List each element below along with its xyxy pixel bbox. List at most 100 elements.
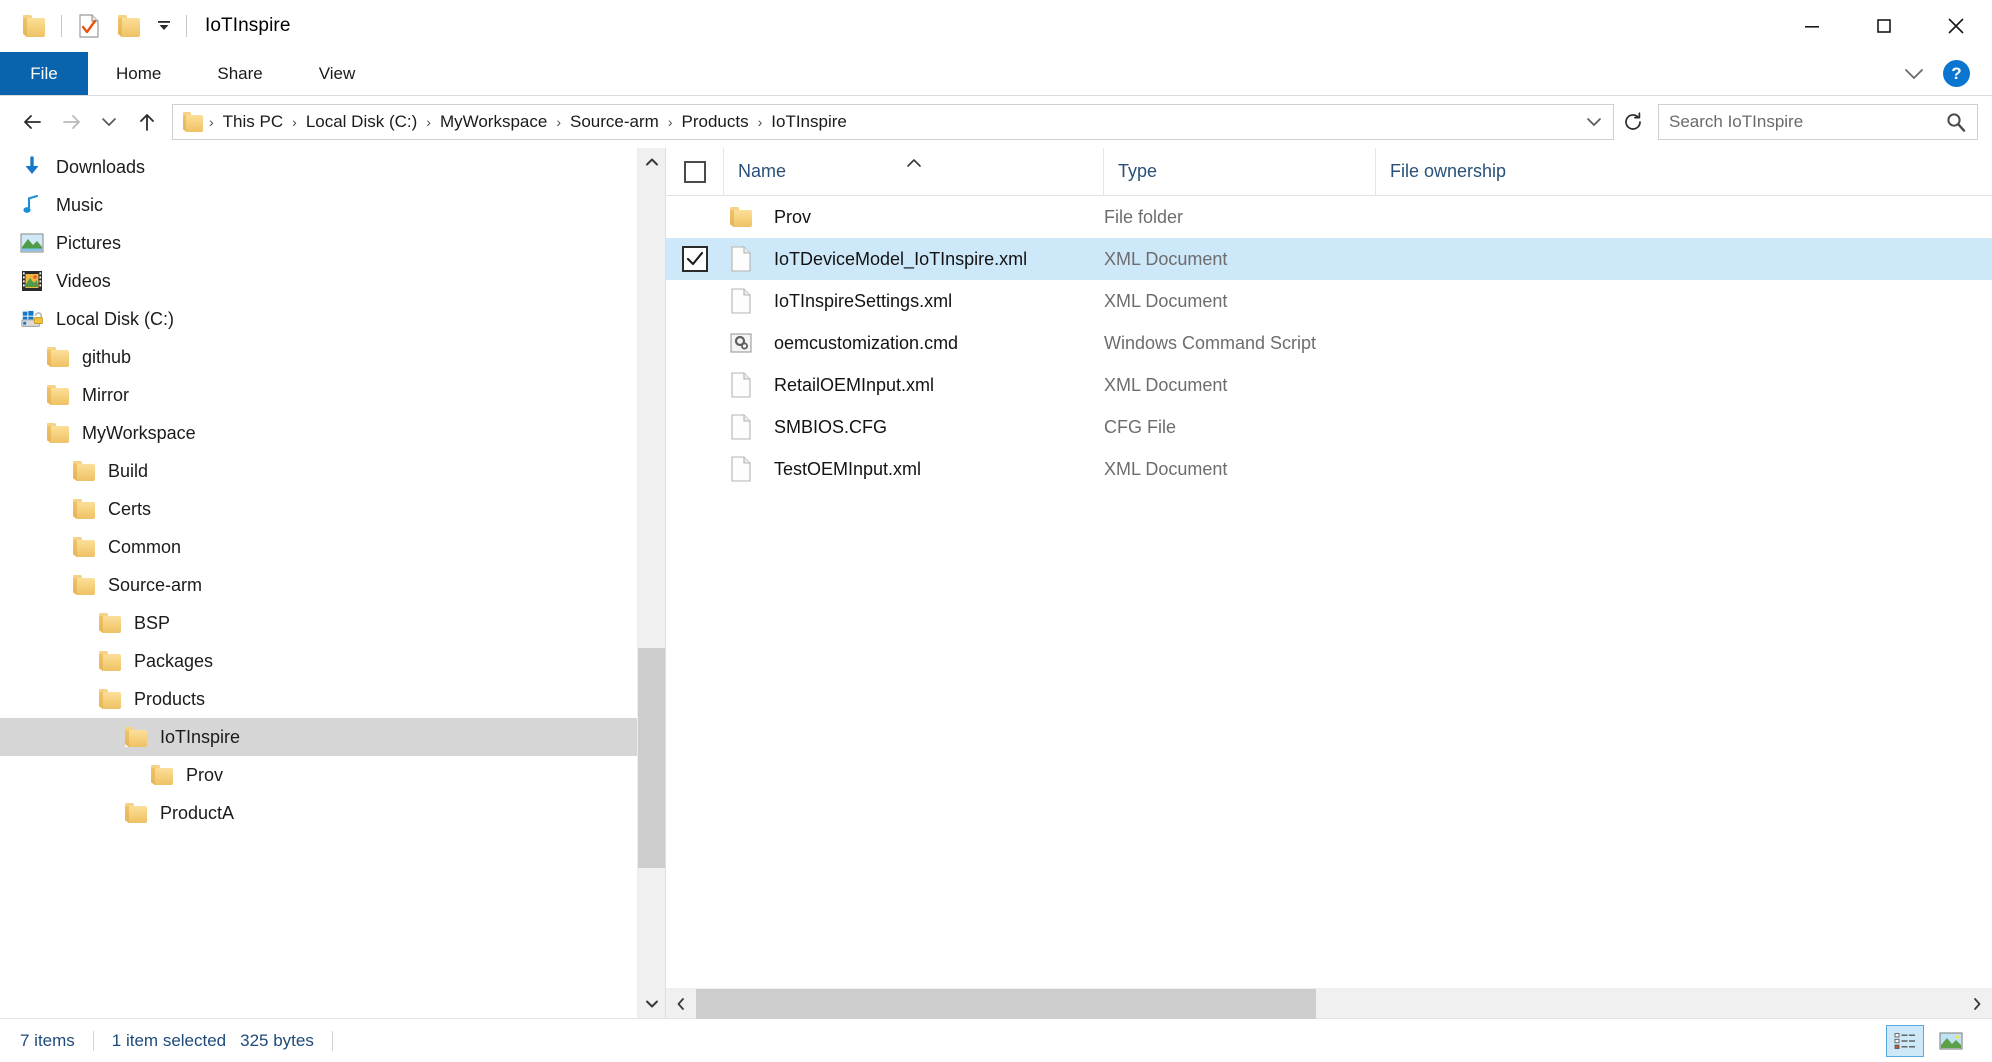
sidebar-item-label: Videos [56, 271, 111, 292]
status-divider [332, 1031, 333, 1051]
table-row[interactable]: RetailOEMInput.xmlXML Document [666, 364, 1992, 406]
up-button[interactable] [128, 103, 166, 141]
folder-icon[interactable] [14, 6, 54, 46]
previous-locations-chevron-icon[interactable] [1579, 105, 1609, 139]
file-name: RetailOEMInput.xml [758, 375, 1104, 396]
file-type: XML Document [1104, 291, 1376, 312]
tab-view[interactable]: View [291, 52, 384, 95]
select-all-header[interactable] [666, 148, 724, 195]
row-checkbox-checked[interactable] [682, 246, 708, 272]
details-view-button[interactable] [1886, 1025, 1924, 1057]
breadcrumb-folder-icon[interactable] [183, 112, 203, 132]
table-row[interactable]: SMBIOS.CFGCFG File [666, 406, 1992, 448]
sidebar-item-pictures[interactable]: Pictures [0, 224, 665, 262]
breadcrumb-separator-icon[interactable]: › [207, 114, 216, 130]
close-button[interactable] [1920, 0, 1992, 52]
column-header-type[interactable]: Type [1104, 148, 1376, 195]
column-header-file-ownership-label: File ownership [1390, 161, 1506, 182]
row-checkbox-cell[interactable] [666, 246, 724, 272]
help-button[interactable]: ? [1943, 60, 1970, 87]
title-divider [186, 15, 187, 37]
minimize-button[interactable] [1776, 0, 1848, 52]
scroll-left-arrow-icon[interactable] [666, 989, 696, 1019]
scroll-up-arrow-icon[interactable] [638, 148, 666, 176]
scrollbar-track[interactable] [638, 176, 666, 990]
file-icon [724, 372, 758, 398]
thumbnails-view-button[interactable] [1932, 1025, 1970, 1057]
breadcrumb-separator-icon[interactable]: › [554, 114, 563, 130]
scroll-down-arrow-icon[interactable] [638, 990, 666, 1018]
tab-share[interactable]: Share [189, 52, 290, 95]
column-header-file-ownership[interactable]: File ownership [1376, 148, 1992, 195]
breadcrumb-bar[interactable]: › This PC › Local Disk (C:) › MyWorkspac… [172, 104, 1614, 140]
tab-home[interactable]: Home [88, 52, 189, 95]
tab-file[interactable]: File [0, 52, 88, 95]
properties-icon[interactable] [69, 6, 109, 46]
sidebar-item-myworkspace[interactable]: MyWorkspace [0, 414, 665, 452]
file-list-pane: Name Type File ownership ProvFile folder… [666, 148, 1992, 1018]
search-icon[interactable] [1945, 111, 1967, 133]
sidebar-item-music[interactable]: Music [0, 186, 665, 224]
h-scrollbar-thumb[interactable] [696, 989, 1316, 1019]
new-folder-icon[interactable] [109, 6, 149, 46]
breadcrumb-item-local-disk[interactable]: Local Disk (C:) [299, 109, 424, 135]
sidebar-item-source-arm[interactable]: Source-arm [0, 566, 665, 604]
breadcrumb-item-source-arm[interactable]: Source-arm [563, 109, 666, 135]
file-rows: ProvFile folderIoTDeviceModel_IoTInspire… [666, 196, 1992, 988]
table-row[interactable]: oemcustomization.cmdWindows Command Scri… [666, 322, 1992, 364]
sidebar-item-prov[interactable]: Prov [0, 756, 665, 794]
back-button[interactable] [14, 103, 52, 141]
search-box[interactable] [1658, 104, 1978, 140]
sidebar-item-mirror[interactable]: Mirror [0, 376, 665, 414]
sidebar-item-common[interactable]: Common [0, 528, 665, 566]
file-name: oemcustomization.cmd [758, 333, 1104, 354]
folder-icon [46, 422, 70, 444]
file-list-horizontal-scrollbar[interactable] [666, 988, 1992, 1018]
sidebar-item-videos[interactable]: Videos [0, 262, 665, 300]
breadcrumb-separator-icon[interactable]: › [424, 114, 433, 130]
sidebar-item-products[interactable]: Products [0, 680, 665, 718]
sidebar-item-producta[interactable]: ProductA [0, 794, 665, 832]
breadcrumb-item-products[interactable]: Products [675, 109, 756, 135]
breadcrumb-item-this-pc[interactable]: This PC [216, 109, 290, 135]
customize-caret-icon[interactable] [149, 6, 179, 46]
sidebar-item-local-disk-c[interactable]: Local Disk (C:) [0, 300, 665, 338]
sidebar-item-build[interactable]: Build [0, 452, 665, 490]
table-row[interactable]: IoTDeviceModel_IoTInspire.xmlXML Documen… [666, 238, 1992, 280]
folder-icon [72, 574, 96, 596]
breadcrumb-item-iotinspire[interactable]: IoTInspire [764, 109, 854, 135]
ribbon-tab-bar: File Home Share View ? [0, 52, 1992, 96]
folder-icon [46, 346, 70, 368]
search-input[interactable] [1669, 112, 1945, 132]
navigation-pane-scrollbar[interactable] [637, 148, 665, 1018]
file-name: IoTDeviceModel_IoTInspire.xml [758, 249, 1104, 270]
sidebar-item-packages[interactable]: Packages [0, 642, 665, 680]
forward-button[interactable] [52, 103, 90, 141]
scroll-right-arrow-icon[interactable] [1962, 989, 1992, 1019]
file-type: CFG File [1104, 417, 1376, 438]
file-name: Prov [758, 207, 1104, 228]
folder-tree: DownloadsMusicPictures Videos Local Disk (… [0, 148, 665, 1018]
sidebar-item-iotinspire[interactable]: IoTInspire [0, 718, 665, 756]
expand-ribbon-chevron-icon[interactable] [1899, 59, 1929, 89]
breadcrumb-separator-icon[interactable]: › [290, 114, 299, 130]
breadcrumb-item-myworkspace[interactable]: MyWorkspace [433, 109, 554, 135]
breadcrumb-separator-icon[interactable]: › [666, 114, 675, 130]
scrollbar-thumb[interactable] [638, 648, 666, 868]
select-all-checkbox[interactable] [684, 161, 706, 183]
maximize-button[interactable] [1848, 0, 1920, 52]
ribbon-actions: ? [1899, 52, 1992, 95]
sidebar-item-certs[interactable]: Certs [0, 490, 665, 528]
h-scrollbar-track[interactable] [696, 989, 1962, 1019]
sidebar-item-github[interactable]: github [0, 338, 665, 376]
sort-ascending-caret-icon [904, 153, 924, 174]
sidebar-item-bsp[interactable]: BSP [0, 604, 665, 642]
column-header-name[interactable]: Name [724, 148, 1104, 195]
table-row[interactable]: TestOEMInput.xmlXML Document [666, 448, 1992, 490]
table-row[interactable]: ProvFile folder [666, 196, 1992, 238]
refresh-button[interactable] [1616, 104, 1650, 140]
breadcrumb-separator-icon[interactable]: › [756, 114, 765, 130]
table-row[interactable]: IoTInspireSettings.xmlXML Document [666, 280, 1992, 322]
sidebar-item-downloads[interactable]: Downloads [0, 148, 665, 186]
recent-locations-chevron-icon[interactable] [90, 103, 128, 141]
